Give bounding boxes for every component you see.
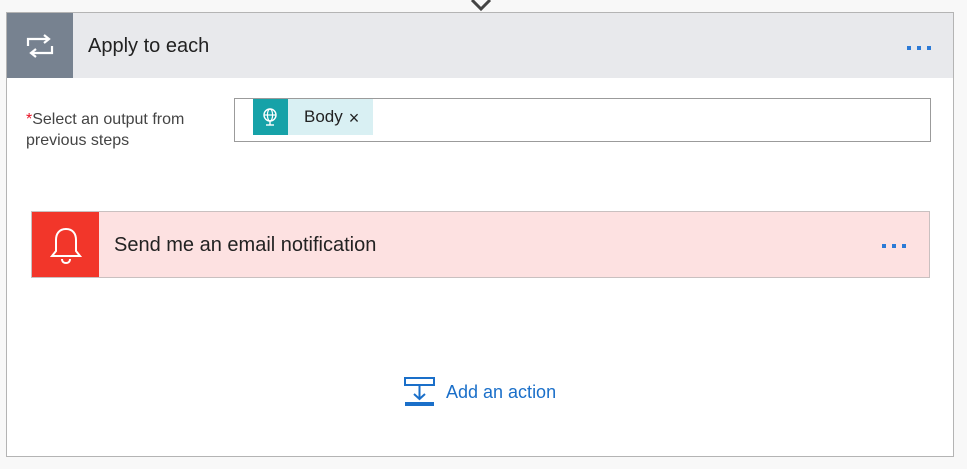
body-token[interactable]: Body × bbox=[253, 99, 374, 135]
remove-token-icon[interactable]: × bbox=[349, 99, 374, 135]
email-notification-title: Send me an email notification bbox=[114, 234, 377, 256]
bell-icon bbox=[32, 212, 99, 277]
http-globe-icon bbox=[253, 99, 288, 135]
add-action-label: Add an action bbox=[446, 381, 557, 402]
loop-icon bbox=[7, 13, 73, 78]
body-token-label: Body bbox=[304, 107, 343, 126]
add-action-icon bbox=[404, 377, 435, 406]
select-output-label: *Select an output from previous steps bbox=[26, 109, 206, 151]
email-notification-card[interactable]: Send me an email notification bbox=[31, 211, 930, 278]
more-horizontal-icon[interactable] bbox=[907, 46, 931, 50]
apply-to-each-header[interactable]: Apply to each bbox=[7, 13, 953, 78]
apply-to-each-card: Apply to each *Select an output from pre… bbox=[6, 12, 954, 457]
select-output-input[interactable]: Body × bbox=[234, 98, 931, 142]
more-horizontal-icon[interactable] bbox=[882, 244, 906, 248]
apply-to-each-title: Apply to each bbox=[88, 35, 210, 57]
add-action-button[interactable]: Add an action bbox=[404, 376, 556, 408]
select-output-label-text: Select an output from previous steps bbox=[26, 111, 185, 149]
